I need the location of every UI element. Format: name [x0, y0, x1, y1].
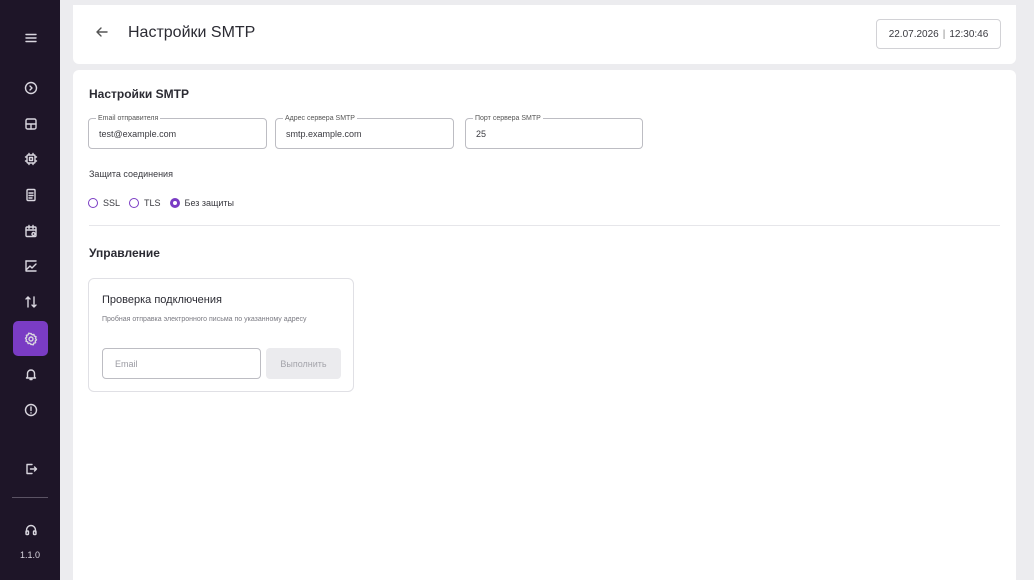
support-button[interactable] [13, 512, 48, 547]
page-title: Настройки SMTP [128, 24, 256, 41]
sidebar-item-overview[interactable] [13, 70, 48, 105]
datetime-separator: | [942, 28, 946, 40]
radio-none-indicator[interactable] [169, 198, 180, 208]
server-port-label: Порт сервера SMTP [473, 114, 543, 123]
bell-icon [25, 368, 36, 380]
connection-test-card: Проверка подключения Пробная отправка эл… [88, 278, 354, 392]
server-address-label: Адрес сервера SMTP [283, 114, 357, 123]
alert-icon [24, 403, 37, 416]
sidebar-item-notifications[interactable] [13, 356, 48, 391]
radio-ssl[interactable]: SSL [88, 198, 120, 208]
server-port-field[interactable]: Порт сервера SMTP 25 [465, 114, 643, 149]
headset-icon [24, 524, 37, 535]
radio-none[interactable]: Без защиты [169, 198, 235, 208]
settings-content: Настройки SMTP Email отправителя test@ex… [73, 70, 1016, 580]
date-text: 22.07.2026 [888, 28, 939, 40]
server-address-field[interactable]: Адрес сервера SMTP smtp.example.com [275, 114, 454, 149]
sidebar-item-reports[interactable] [13, 248, 48, 283]
sidebar-item-schedule[interactable] [13, 213, 48, 248]
chip-icon [24, 152, 37, 165]
dashboard-icon [24, 117, 37, 130]
sidebar-item-transfers[interactable] [13, 284, 48, 319]
logout-button[interactable] [13, 451, 48, 486]
document-icon [25, 188, 36, 201]
smtp-section-title: Настройки SMTP [89, 87, 189, 101]
sender-email-value: test@example.com [99, 129, 177, 139]
radio-none-label: Без защиты [184, 198, 235, 208]
arrow-left-icon [96, 27, 108, 37]
server-address-value: smtp.example.com [286, 129, 362, 139]
connection-test-description: Пробная отправка электронного письма по … [102, 316, 307, 323]
radio-tls[interactable]: TLS [129, 198, 161, 208]
menu-button[interactable] [13, 20, 48, 55]
time-text: 12:30:46 [949, 28, 989, 40]
sidebar-item-alerts[interactable] [13, 392, 48, 427]
protection-label: Защита соединения [89, 169, 173, 179]
sender-email-field[interactable]: Email отправителя test@example.com [88, 114, 267, 149]
protection-radio-group: SSL TLS Без защиты [88, 198, 243, 208]
sidebar-item-documents[interactable] [13, 177, 48, 212]
chevron-circle-icon [24, 81, 37, 94]
management-section-title: Управление [89, 246, 160, 260]
run-test-button[interactable]: Выполнить [266, 348, 341, 379]
back-button[interactable] [95, 25, 113, 43]
logout-icon [25, 463, 37, 474]
section-divider [89, 225, 1000, 226]
radio-ssl-indicator[interactable] [88, 198, 98, 208]
transfer-icon [24, 295, 37, 308]
connection-test-title: Проверка подключения [102, 294, 222, 306]
radio-tls-label: TLS [144, 198, 161, 208]
test-email-input[interactable] [102, 348, 261, 379]
sender-email-label: Email отправителя [96, 114, 161, 123]
gear-icon [24, 332, 37, 345]
radio-ssl-label: SSL [103, 198, 121, 208]
sidebar-item-devices[interactable] [13, 141, 48, 176]
datetime-display: 22.07.2026 | 12:30:46 [876, 19, 1001, 49]
sidebar-item-dashboard[interactable] [13, 106, 48, 141]
menu-icon [24, 33, 37, 42]
chart-icon [24, 259, 37, 272]
sidebar-divider [12, 497, 48, 498]
server-port-value: 25 [476, 129, 487, 139]
sidebar-item-settings[interactable] [13, 321, 48, 356]
app-version: 1.1.0 [19, 550, 41, 560]
page-header: Настройки SMTP 22.07.2026 | 12:30:46 [73, 5, 1016, 64]
calendar-icon [24, 224, 37, 237]
radio-tls-indicator[interactable] [129, 198, 140, 208]
sidebar: 1.1.0 [0, 0, 60, 580]
